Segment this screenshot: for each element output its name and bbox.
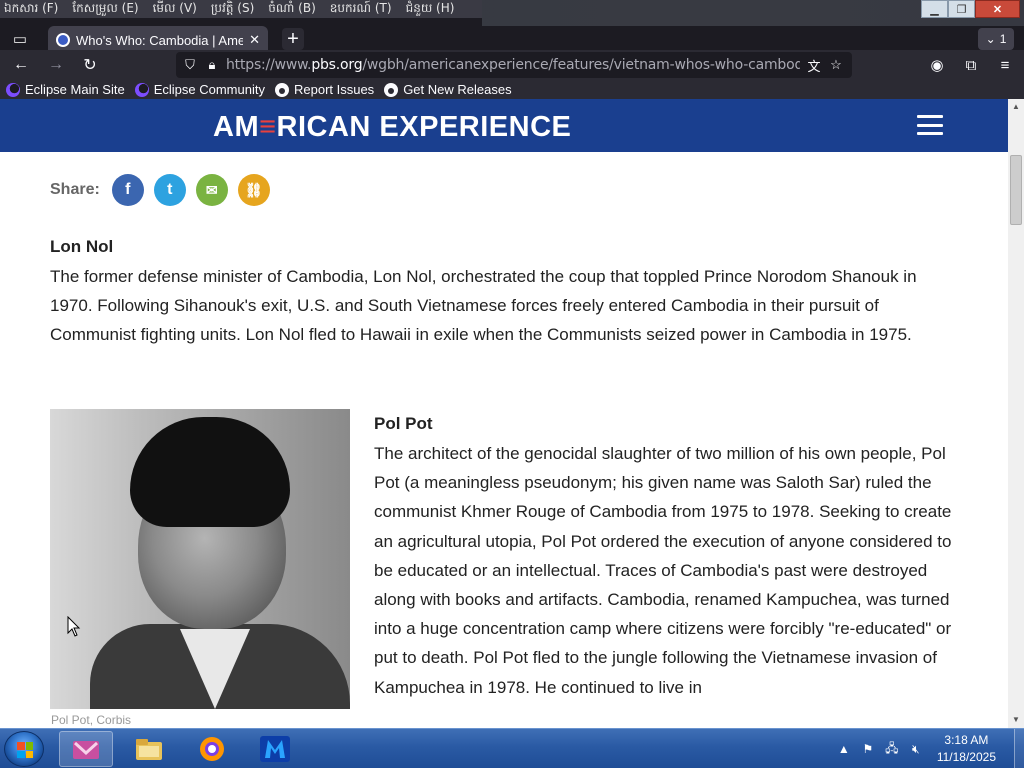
start-button[interactable] [4, 731, 44, 767]
bookmark-report-issues[interactable]: Report Issues [274, 82, 375, 97]
network-icon[interactable]: 🖧︎ [883, 740, 901, 758]
bookmarks-bar: Eclipse Main Site Eclipse Community Repo… [0, 80, 1024, 99]
american-experience-logo[interactable]: AM≡RICAN EXPERIENCE [213, 111, 571, 144]
lock-icon[interactable]: 🔒︎ [204, 57, 220, 73]
link-icon[interactable]: ⛓ [237, 174, 270, 206]
tab-title: Who's Who: Cambodia | Ame [76, 32, 244, 48]
new-tab-button[interactable]: + [282, 28, 304, 50]
eclipse-icon [134, 82, 149, 97]
chevron-down-icon: ⌄ [985, 32, 996, 46]
menu-file[interactable]: ឯកសារ (F) [4, 0, 58, 18]
tab-list-icon[interactable]: ▭ [8, 28, 32, 50]
share-label: Share: [50, 181, 100, 198]
toolbar-right: ◉ ⧉ ≡ [926, 54, 1016, 76]
extensions-icon[interactable]: ⧉ [960, 54, 982, 76]
site-header: AM≡RICAN EXPERIENCE [0, 99, 1008, 152]
clock-date: 11/18/2025 [936, 750, 996, 764]
tab-close-icon[interactable]: ✕ [249, 32, 260, 48]
tab-count: 1 [999, 32, 1007, 46]
github-icon [274, 82, 289, 97]
action-center-flag-icon[interactable]: ⚑ [859, 740, 877, 758]
scroll-up-icon[interactable]: ▲ [1011, 102, 1021, 112]
window-controls: ▁ ❐ ✕ [921, 0, 1020, 18]
facebook-icon[interactable]: f [111, 174, 144, 206]
menu-tools[interactable]: ឧបករណ៍ (T) [330, 0, 392, 18]
maximize-button[interactable]: ❐ [948, 0, 975, 18]
email-icon[interactable]: ✉ [195, 174, 228, 206]
bookmark-star-icon[interactable]: ☆ [828, 57, 844, 73]
article-content: Share: f t ✉ ⛓ Lon Nol The former defens… [0, 152, 1008, 728]
tab-count-button[interactable]: ⌄ 1 [978, 28, 1014, 50]
url-text[interactable]: https://www.pbs.org/wgbh/americanexperie… [226, 57, 800, 73]
clock-time: 3:18 AM [944, 733, 989, 747]
account-icon[interactable]: ◉ [926, 54, 948, 76]
minimize-button[interactable]: ▁ [921, 0, 948, 18]
pol-pot-photo [50, 409, 350, 709]
bookmark-label: Eclipse Community [153, 82, 265, 97]
navigation-toolbar: ← → ↻ ⛉ 🔒︎ https://www.pbs.org/wgbh/amer… [0, 50, 1024, 80]
volume-muted-icon[interactable]: 🔇︎ [907, 740, 925, 758]
windows-logo-icon [17, 742, 33, 758]
reload-icon[interactable]: ↻ [79, 54, 101, 76]
bookmark-eclipse-community[interactable]: Eclipse Community [134, 82, 265, 97]
forward-icon[interactable]: → [45, 54, 67, 76]
eclipse-icon [6, 82, 20, 97]
menu-edit[interactable]: កែសម្រួល (E) [72, 0, 138, 18]
page-scrollbar[interactable]: ▲ ▼ [1008, 99, 1024, 728]
firefox-icon[interactable] [185, 731, 239, 767]
logo-e-mark: ≡ [259, 111, 277, 143]
url-bar[interactable]: ⛉ 🔒︎ https://www.pbs.org/wgbh/americanex… [176, 52, 852, 78]
show-hidden-icons[interactable]: ▲ [835, 740, 853, 758]
clock[interactable]: 3:18 AM 11/18/2025 [937, 732, 996, 766]
malwarebytes-icon[interactable] [248, 731, 302, 767]
mouse-cursor-icon [67, 616, 81, 637]
hamburger-menu-icon[interactable] [917, 115, 943, 135]
share-bar: Share: f t ✉ ⛓ [50, 174, 270, 206]
bookmark-label: Get New Releases [403, 82, 512, 97]
menu-bar: ឯកសារ (F) កែសម្រួល (E) មើល (V) ប្រវត្តិ … [0, 0, 482, 18]
entry-text-lon-nol: The former defense minister of Cambodia,… [50, 267, 917, 345]
bookmark-label: Report Issues [293, 82, 375, 97]
scroll-thumb[interactable] [1010, 155, 1022, 225]
bookmark-get-new-releases[interactable]: Get New Releases [384, 82, 512, 97]
menu-bookmarks[interactable]: ចំណាំ (B) [268, 0, 315, 18]
app-icon[interactable] [59, 731, 113, 767]
show-desktop-button[interactable] [1014, 729, 1024, 768]
file-explorer-icon[interactable] [122, 731, 176, 767]
back-icon[interactable]: ← [10, 54, 32, 76]
pbs-favicon-icon [56, 33, 70, 47]
scroll-down-icon[interactable]: ▼ [1011, 715, 1021, 725]
twitter-icon[interactable]: t [153, 174, 186, 206]
bookmark-label: Eclipse Main Site [25, 82, 125, 97]
menu-help[interactable]: ជំនួយ (H) [406, 0, 455, 18]
translate-icon[interactable]: 文 [806, 56, 822, 75]
shield-icon[interactable]: ⛉ [182, 57, 198, 73]
photo-caption: Pol Pot, Corbis [51, 713, 132, 727]
entry-name-pol-pot: Pol Pot [374, 414, 433, 433]
entry-text-pol-pot: The architect of the genocidal slaughter… [374, 444, 952, 697]
menu-history[interactable]: ប្រវត្តិ (S) [211, 0, 254, 18]
system-tray: ▲ ⚑ 🖧︎ 🔇︎ 3:18 AM 11/18/2025 [829, 729, 1024, 768]
entry-name-lon-nol: Lon Nol [50, 237, 114, 256]
close-window-button[interactable]: ✕ [975, 0, 1020, 18]
menu-icon[interactable]: ≡ [994, 54, 1016, 76]
browser-chrome: ឯកសារ (F) កែសម្រួល (E) មើល (V) ប្រវត្តិ … [0, 0, 1024, 99]
bookmark-eclipse-main[interactable]: Eclipse Main Site [6, 82, 125, 97]
windows-taskbar: ▲ ⚑ 🖧︎ 🔇︎ 3:18 AM 11/18/2025 [0, 728, 1024, 768]
github-icon [384, 82, 399, 97]
menu-view[interactable]: មើល (V) [153, 0, 197, 18]
